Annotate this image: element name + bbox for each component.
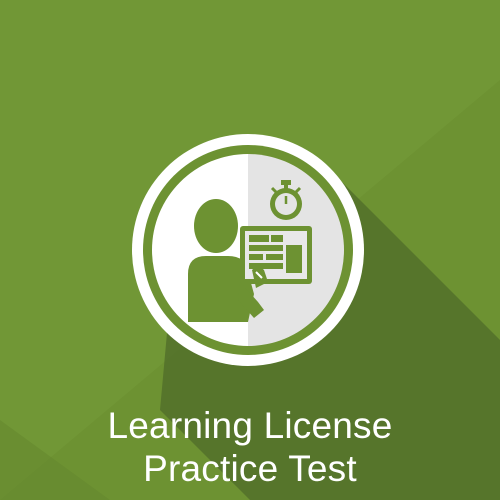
title-line-1: Learning License [107,405,393,446]
title-line-2: Practice Test [143,448,357,489]
license-test-icon [130,132,366,368]
test-form-icon [240,226,312,284]
app-tile[interactable]: Learning License Practice Test [0,0,500,500]
